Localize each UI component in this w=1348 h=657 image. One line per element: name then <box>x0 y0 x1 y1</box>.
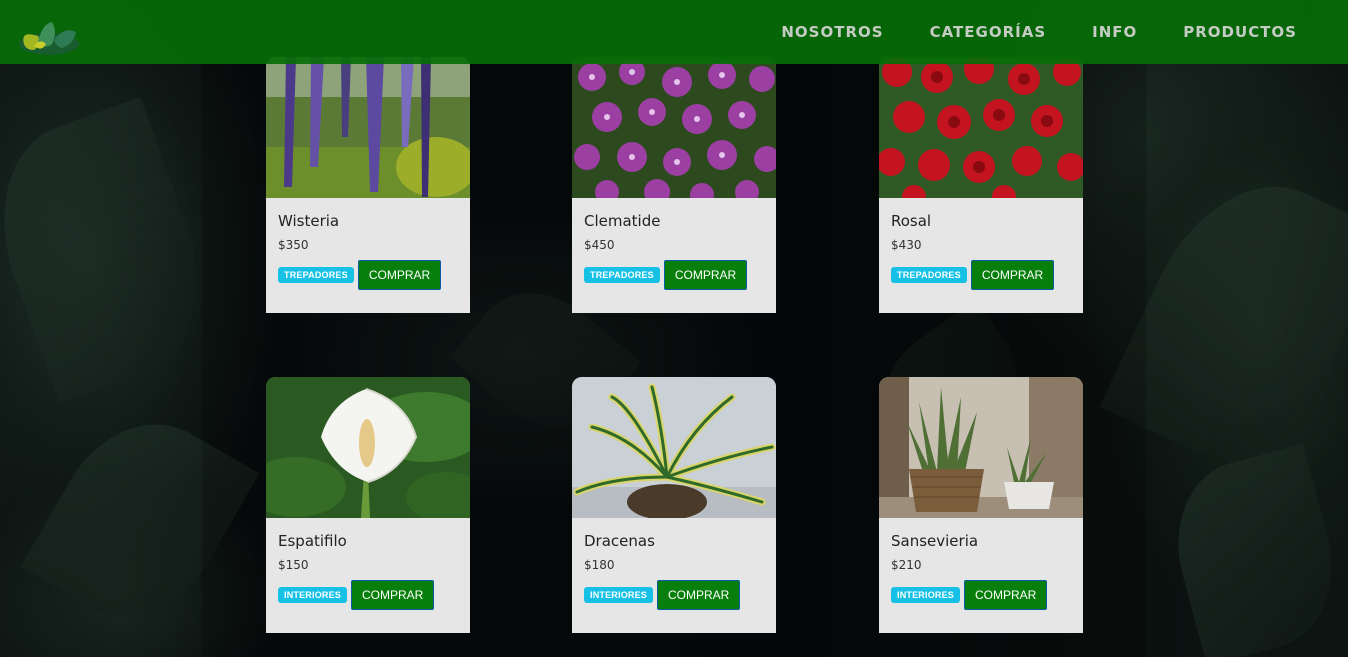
buy-button[interactable]: COMPRAR <box>663 260 748 290</box>
category-badge: TREPADORES <box>278 267 354 283</box>
product-card: Rosal $430 TREPADORES COMPRAR <box>879 57 1083 313</box>
product-price: $150 <box>278 558 309 572</box>
product-name: Dracenas <box>584 532 655 550</box>
navbar: NOSOTROS CATEGORÍAS INFO PRODUCTOS <box>0 0 1348 64</box>
product-name: Wisteria <box>278 212 340 230</box>
category-badge: INTERIORES <box>278 587 348 603</box>
category-badge: INTERIORES <box>584 587 654 603</box>
category-badge: INTERIORES <box>891 587 961 603</box>
nav-link-productos[interactable]: PRODUCTOS <box>1183 23 1297 41</box>
category-badge: TREPADORES <box>891 267 967 283</box>
nav-menu: NOSOTROS CATEGORÍAS INFO PRODUCTOS <box>735 0 1297 64</box>
product-name: Sansevieria <box>891 532 979 550</box>
category-badge: TREPADORES <box>584 267 660 283</box>
buy-button[interactable]: COMPRAR <box>357 260 442 290</box>
product-price: $450 <box>584 238 615 252</box>
buy-button[interactable]: COMPRAR <box>351 580 435 610</box>
product-price: $430 <box>891 238 922 252</box>
nav-link-nosotros[interactable]: NOSOTROS <box>781 23 883 41</box>
product-card: Clematide $450 TREPADORES COMPRAR <box>572 57 776 313</box>
product-card: Sansevieria $210 INTERIORES COMPRAR <box>879 377 1083 633</box>
product-image-rosal <box>879 57 1083 198</box>
product-name: Espatifilo <box>278 532 347 550</box>
product-price: $180 <box>584 558 615 572</box>
product-name: Clematide <box>584 212 661 230</box>
product-price: $350 <box>278 238 309 252</box>
product-image-espatifilo <box>266 377 470 518</box>
buy-button[interactable]: COMPRAR <box>964 580 1048 610</box>
product-card: Wisteria $350 TREPADORES COMPRAR <box>266 57 470 313</box>
product-card: Dracenas $180 INTERIORES COMPRAR <box>572 377 776 633</box>
nav-link-categorias[interactable]: CATEGORÍAS <box>930 23 1047 41</box>
product-image-sansevieria <box>879 377 1083 518</box>
buy-button[interactable]: COMPRAR <box>657 580 741 610</box>
product-price: $210 <box>891 558 922 572</box>
product-image-clematide <box>572 57 776 198</box>
product-image-dracenas <box>572 377 776 518</box>
lotus-logo-icon[interactable] <box>16 14 82 60</box>
product-name: Rosal <box>891 212 932 230</box>
nav-link-info[interactable]: INFO <box>1092 23 1137 41</box>
buy-button[interactable]: COMPRAR <box>970 260 1055 290</box>
product-card: Espatifilo $150 INTERIORES COMPRAR <box>266 377 470 633</box>
product-image-wisteria <box>266 57 470 198</box>
